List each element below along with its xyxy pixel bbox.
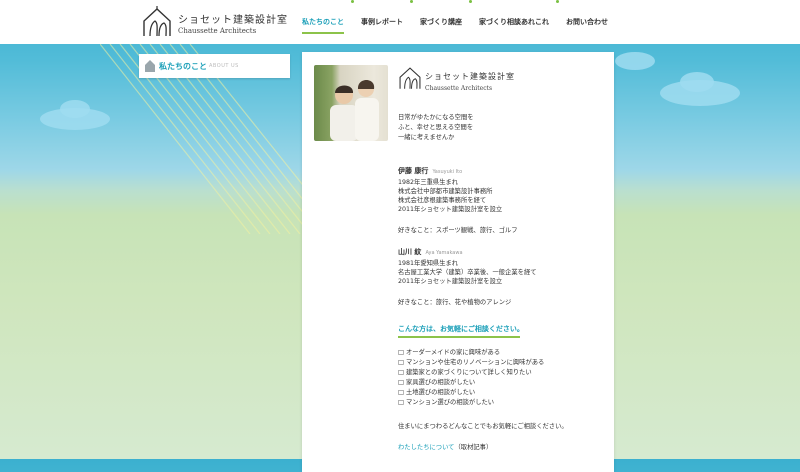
nav-item-cases[interactable]: 事例レポート <box>357 0 407 44</box>
consult-heading: こんな方は、お気軽にご相談ください。 <box>398 325 524 333</box>
nav-link-lecture[interactable]: 家づくり講座 <box>416 17 466 27</box>
nav-item-lecture[interactable]: 家づくり講座 <box>416 0 466 44</box>
brand-name-jp: ショセット建築設計室 <box>178 15 288 26</box>
checklist-item: □ オーダーメイドの家に興味がある <box>398 349 501 356</box>
sidebar-title-en: ABOUT US <box>209 63 239 69</box>
person-name-jp: 伊藤 康行 <box>398 167 429 175</box>
nav-active-underline <box>302 32 344 34</box>
nav-item-consult[interactable]: 家づくり相談あれこれ <box>475 0 553 44</box>
nav-item-about[interactable]: 私たちのこと <box>298 0 348 44</box>
article-line: わたしたちについて（取材記事） <box>398 443 492 453</box>
tagline-line: 日常がゆたかになる空間を <box>398 114 474 121</box>
consult-underline <box>398 336 520 338</box>
nav-link-about[interactable]: 私たちのこと <box>298 17 348 27</box>
house-sock-icon <box>399 67 421 89</box>
nav-link-contact[interactable]: お問い合わせ <box>562 17 612 27</box>
checklist-item: □ 家具選びの相談がしたい <box>398 379 476 386</box>
sidebar-section-title[interactable]: 私たちのこと ABOUT US <box>139 54 290 78</box>
house-icon <box>145 60 155 72</box>
nav-link-cases[interactable]: 事例レポート <box>357 17 407 27</box>
cloud <box>680 72 714 92</box>
bio-line: 2011年ショセット建築設計室を設立 <box>398 278 503 285</box>
checklist-item: □ マンションや住宅のリノベーションに興味がある <box>398 359 545 366</box>
card-logo: ショセット建築設計室 Chaussette Architects <box>397 65 557 97</box>
cloud <box>60 100 90 118</box>
card-logo-jp: ショセット建築設計室 <box>425 72 515 81</box>
person-name-roman: Yasuyuki Ito <box>432 169 463 175</box>
cloud <box>615 52 655 70</box>
person-name: 伊藤 康行 Yasuyuki Ito <box>398 166 462 177</box>
dot-icon <box>351 0 354 3</box>
closing-text: 住まいにまつわるどんなことでもお気軽にご相談ください。 <box>398 423 568 430</box>
checklist-item: □ 建築家との家づくりについて詳しく知りたい <box>398 369 532 376</box>
article-suffix: （取材記事） <box>454 444 493 451</box>
likes-line: 好きなこと：旅行、花や植物のアレンジ <box>398 299 512 306</box>
dot-icon <box>469 0 472 3</box>
house-sock-icon <box>143 6 171 37</box>
site-logo[interactable]: ショセット建築設計室 Chaussette Architects <box>140 5 300 39</box>
main-nav: 私たちのこと 事例レポート 家づくり講座 家づくり相談あれこれ お問い合わせ <box>298 0 612 44</box>
tagline-line: ふと、幸せと思える空間を <box>398 124 474 131</box>
bio-line: 2011年ショセット建築設計室を設立 <box>398 206 503 213</box>
sidebar-title-jp: 私たちのこと <box>159 62 207 71</box>
founders-photo <box>314 65 388 141</box>
nav-link-consult[interactable]: 家づくり相談あれこれ <box>475 17 553 27</box>
likes-line: 好きなこと：スポーツ観戦、旅行、ゴルフ <box>398 227 518 234</box>
brand-name-en: Chaussette Architects <box>178 27 257 35</box>
dot-icon <box>556 0 559 3</box>
article-link[interactable]: わたしたちについて <box>398 444 454 451</box>
site-header: ショセット建築設計室 Chaussette Architects 私たちのこと … <box>0 0 800 44</box>
checklist-item: □ 土地選びの相談がしたい <box>398 389 476 396</box>
person-name: 山川 紋 Aya Yamakawa <box>398 247 463 258</box>
tagline-line: 一緒に考えませんか <box>398 134 455 141</box>
nav-item-contact[interactable]: お問い合わせ <box>562 0 612 44</box>
about-card: ショセット建築設計室 Chaussette Architects 日常がゆたかに… <box>302 52 614 472</box>
person-name-jp: 山川 紋 <box>398 248 422 256</box>
checklist-item: □ マンション選びの相談がしたい <box>398 399 495 406</box>
person-name-roman: Aya Yamakawa <box>425 250 463 256</box>
card-logo-en: Chaussette Architects <box>425 85 493 92</box>
dot-icon <box>410 0 413 3</box>
